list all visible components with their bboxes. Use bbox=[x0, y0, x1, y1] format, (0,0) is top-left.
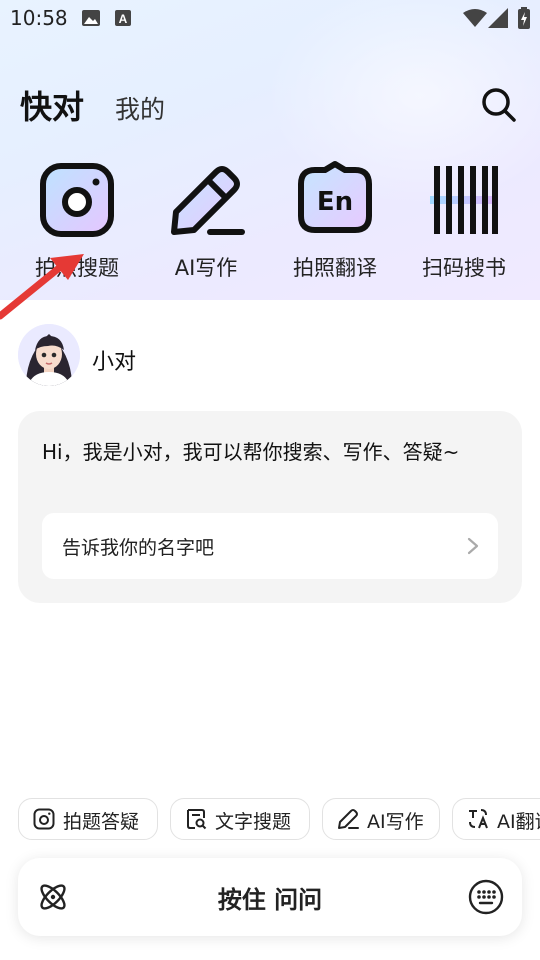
search-icon[interactable] bbox=[478, 84, 518, 124]
chip-text-search[interactable]: 文字搜题 bbox=[170, 798, 310, 840]
pencil-icon bbox=[171, 166, 245, 235]
a-box-icon: A bbox=[115, 10, 131, 26]
bot-name: 小对 bbox=[92, 350, 137, 375]
feature-label: 拍照搜题 bbox=[35, 256, 119, 280]
chip-ai-translate[interactable]: AI翻译 bbox=[452, 798, 540, 840]
feature-photo-translate[interactable]: En 拍照翻译 bbox=[280, 160, 390, 282]
feature-scan-book[interactable]: 扫码搜书 bbox=[409, 160, 519, 282]
tab-kuaidui[interactable]: 快对 bbox=[20, 82, 84, 128]
greeting-text: Hi，我是小对，我可以帮你搜索、写作、答疑~ bbox=[42, 440, 460, 464]
hold-to-ask-button[interactable]: 按住 问问 bbox=[18, 880, 522, 915]
avatar-girl-icon bbox=[18, 324, 80, 386]
status-time: 10:58 bbox=[10, 6, 68, 30]
chip-label: AI写作 bbox=[367, 811, 424, 833]
chip-label: 拍题答疑 bbox=[63, 811, 140, 833]
feature-ai-writing[interactable]: AI写作 bbox=[151, 160, 261, 282]
suggestion-text: 告诉我你的名字吧 bbox=[62, 537, 215, 559]
chevron-right-icon bbox=[467, 537, 479, 555]
translate-icon bbox=[469, 809, 488, 829]
wifi-icon bbox=[463, 9, 487, 27]
chip-photo-answer[interactable]: 拍题答疑 bbox=[18, 798, 158, 840]
feature-label: 扫码搜书 bbox=[422, 256, 506, 280]
camera-icon bbox=[40, 163, 114, 237]
status-bar: 10:58 A bbox=[0, 0, 540, 38]
pencil-icon bbox=[338, 809, 359, 829]
svg-text:A: A bbox=[119, 12, 128, 26]
greeting-bubble: Hi，我是小对，我可以帮你搜索、写作、答疑~ 告诉我你的名字吧 bbox=[18, 411, 522, 603]
keyboard-icon[interactable] bbox=[468, 879, 504, 915]
avatar[interactable] bbox=[18, 324, 80, 386]
barcode-icon bbox=[430, 166, 498, 234]
tab-mine[interactable]: 我的 bbox=[115, 90, 165, 126]
suggestion-card[interactable]: 告诉我你的名字吧 bbox=[42, 513, 498, 579]
feature-label: AI写作 bbox=[174, 256, 238, 280]
image-icon bbox=[82, 10, 100, 26]
en-translate-icon: En bbox=[298, 161, 372, 233]
chip-ai-writing[interactable]: AI写作 bbox=[322, 798, 440, 840]
chip-label: 文字搜题 bbox=[215, 811, 292, 833]
camera-icon bbox=[33, 808, 55, 830]
chip-label: AI翻译 bbox=[497, 811, 540, 833]
svg-text:En: En bbox=[317, 187, 353, 217]
quick-chips: 拍题答疑 文字搜题 AI写作 AI翻译 bbox=[18, 798, 540, 840]
feature-label: 拍照翻译 bbox=[293, 256, 377, 280]
signal-icon bbox=[488, 8, 508, 28]
text-search-icon bbox=[187, 809, 207, 830]
feature-photo-search[interactable]: 拍照搜题 bbox=[22, 160, 132, 282]
battery-icon bbox=[518, 7, 530, 29]
bottom-input-bar: 按住 问问 bbox=[18, 858, 522, 936]
